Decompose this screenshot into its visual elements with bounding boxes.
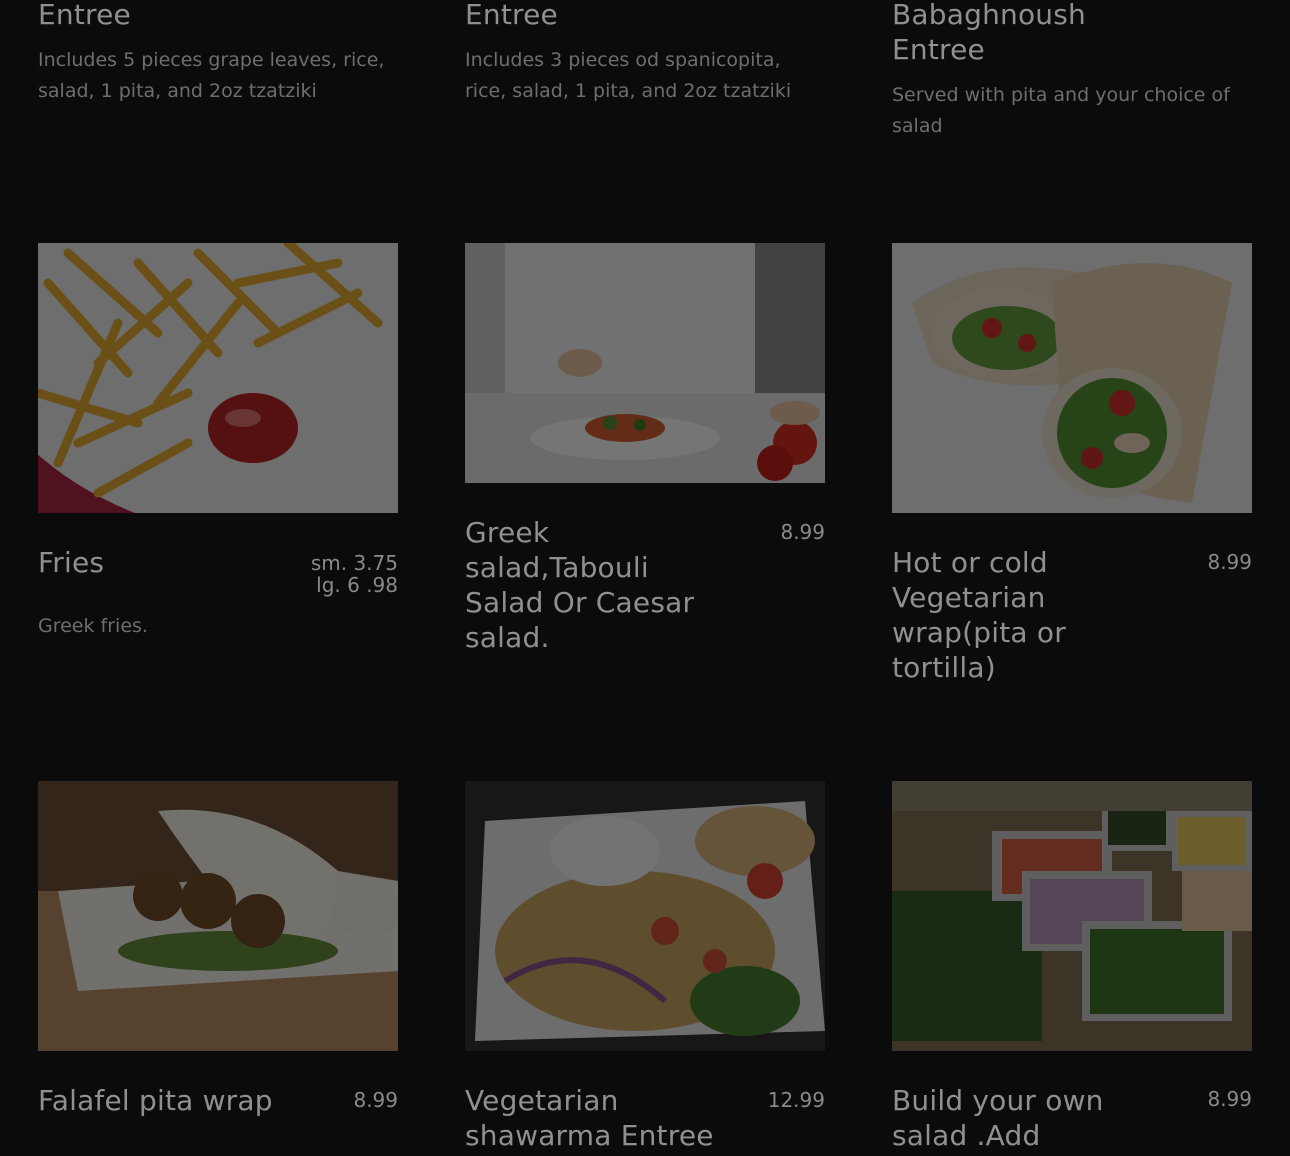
item-price: 8.99: [1207, 1087, 1252, 1111]
item-description: Includes 5 pieces grape leaves, rice, sa…: [38, 49, 385, 102]
shawarma-plate-image[interactable]: [465, 781, 825, 1051]
fries-image[interactable]: [38, 243, 398, 513]
salad-bar-image[interactable]: [892, 781, 1252, 1051]
item-title: Babaghnoush Entree: [892, 0, 1086, 66]
item-title: Entree: [465, 0, 558, 31]
menu-item-greek-salad[interactable]: Greek salad,Tabouli Salad Or Caesar sala…: [465, 515, 825, 655]
item-description: Includes 3 pieces od spanicopita, rice, …: [465, 49, 792, 102]
item-title: Fries: [38, 546, 105, 579]
vegetarian-wrap-image[interactable]: [892, 243, 1252, 513]
menu-item-babaghnoush-entree[interactable]: Babaghnoush Entree Served with pita and …: [892, 0, 1252, 142]
menu-item-build-your-own-salad[interactable]: Build your own salad .Add 8.99: [892, 1083, 1252, 1153]
item-title: Hot or cold Vegetarian wrap(pita or tort…: [892, 546, 1066, 684]
item-title: Build your own salad .Add: [892, 1084, 1104, 1152]
item-description: Served with pita and your choice of sala…: [892, 84, 1230, 137]
menu-item-spanakopita-entree[interactable]: Entree Includes 3 pieces od spanicopita,…: [465, 0, 825, 107]
price-small: sm. 3.75: [310, 551, 398, 575]
item-title: Vegetarian shawarma Entree: [465, 1084, 714, 1152]
price-large: lg. 6 .98: [316, 573, 398, 597]
item-title: Greek salad,Tabouli Salad Or Caesar sala…: [465, 516, 695, 654]
item-title: Entree: [38, 0, 131, 31]
item-price: 8.99: [353, 1088, 398, 1112]
item-price: 8.99: [780, 520, 825, 544]
menu-item-falafel-pita-wrap[interactable]: Falafel pita wrap 8.99: [38, 1083, 398, 1118]
greek-salad-image[interactable]: [465, 243, 825, 483]
menu-item-grape-leaves-entree[interactable]: Entree Includes 5 pieces grape leaves, r…: [38, 0, 398, 107]
item-price: 12.99: [767, 1088, 825, 1112]
menu-item-fries[interactable]: Fries sm. 3.75 lg. 6 .98 Greek fries.: [38, 545, 398, 642]
menu-item-vegetarian-wrap[interactable]: Hot or cold Vegetarian wrap(pita or tort…: [892, 545, 1252, 685]
item-title: Falafel pita wrap: [38, 1084, 273, 1117]
falafel-image[interactable]: [38, 781, 398, 1051]
item-price: 8.99: [1207, 550, 1252, 574]
menu-item-vegetarian-shawarma[interactable]: Vegetarian shawarma Entree 12.99: [465, 1083, 825, 1153]
item-description: Greek fries.: [38, 615, 148, 637]
menu-grid: Entree Includes 5 pieces grape leaves, r…: [0, 0, 1290, 1156]
item-price: sm. 3.75 lg. 6 .98: [311, 552, 398, 596]
